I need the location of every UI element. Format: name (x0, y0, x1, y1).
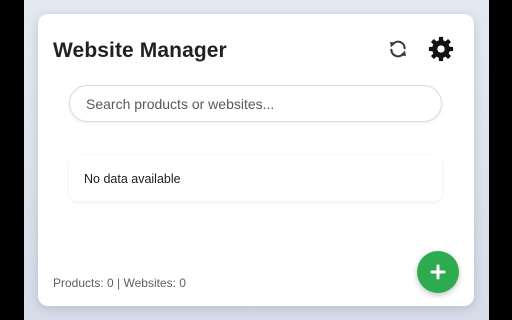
empty-state-message: No data available (84, 172, 181, 186)
refresh-button[interactable] (387, 38, 409, 60)
add-button[interactable] (417, 251, 459, 293)
status-counts: Products: 0 | Websites: 0 (53, 276, 186, 290)
page-title: Website Manager (53, 39, 227, 62)
empty-state-card: No data available (69, 155, 442, 201)
plus-icon (430, 264, 446, 280)
search-input[interactable] (69, 85, 442, 122)
refresh-icon (390, 40, 406, 58)
gear-icon (428, 36, 454, 62)
settings-button[interactable] (427, 35, 455, 63)
website-manager-panel: Website Manager No data (38, 14, 474, 306)
